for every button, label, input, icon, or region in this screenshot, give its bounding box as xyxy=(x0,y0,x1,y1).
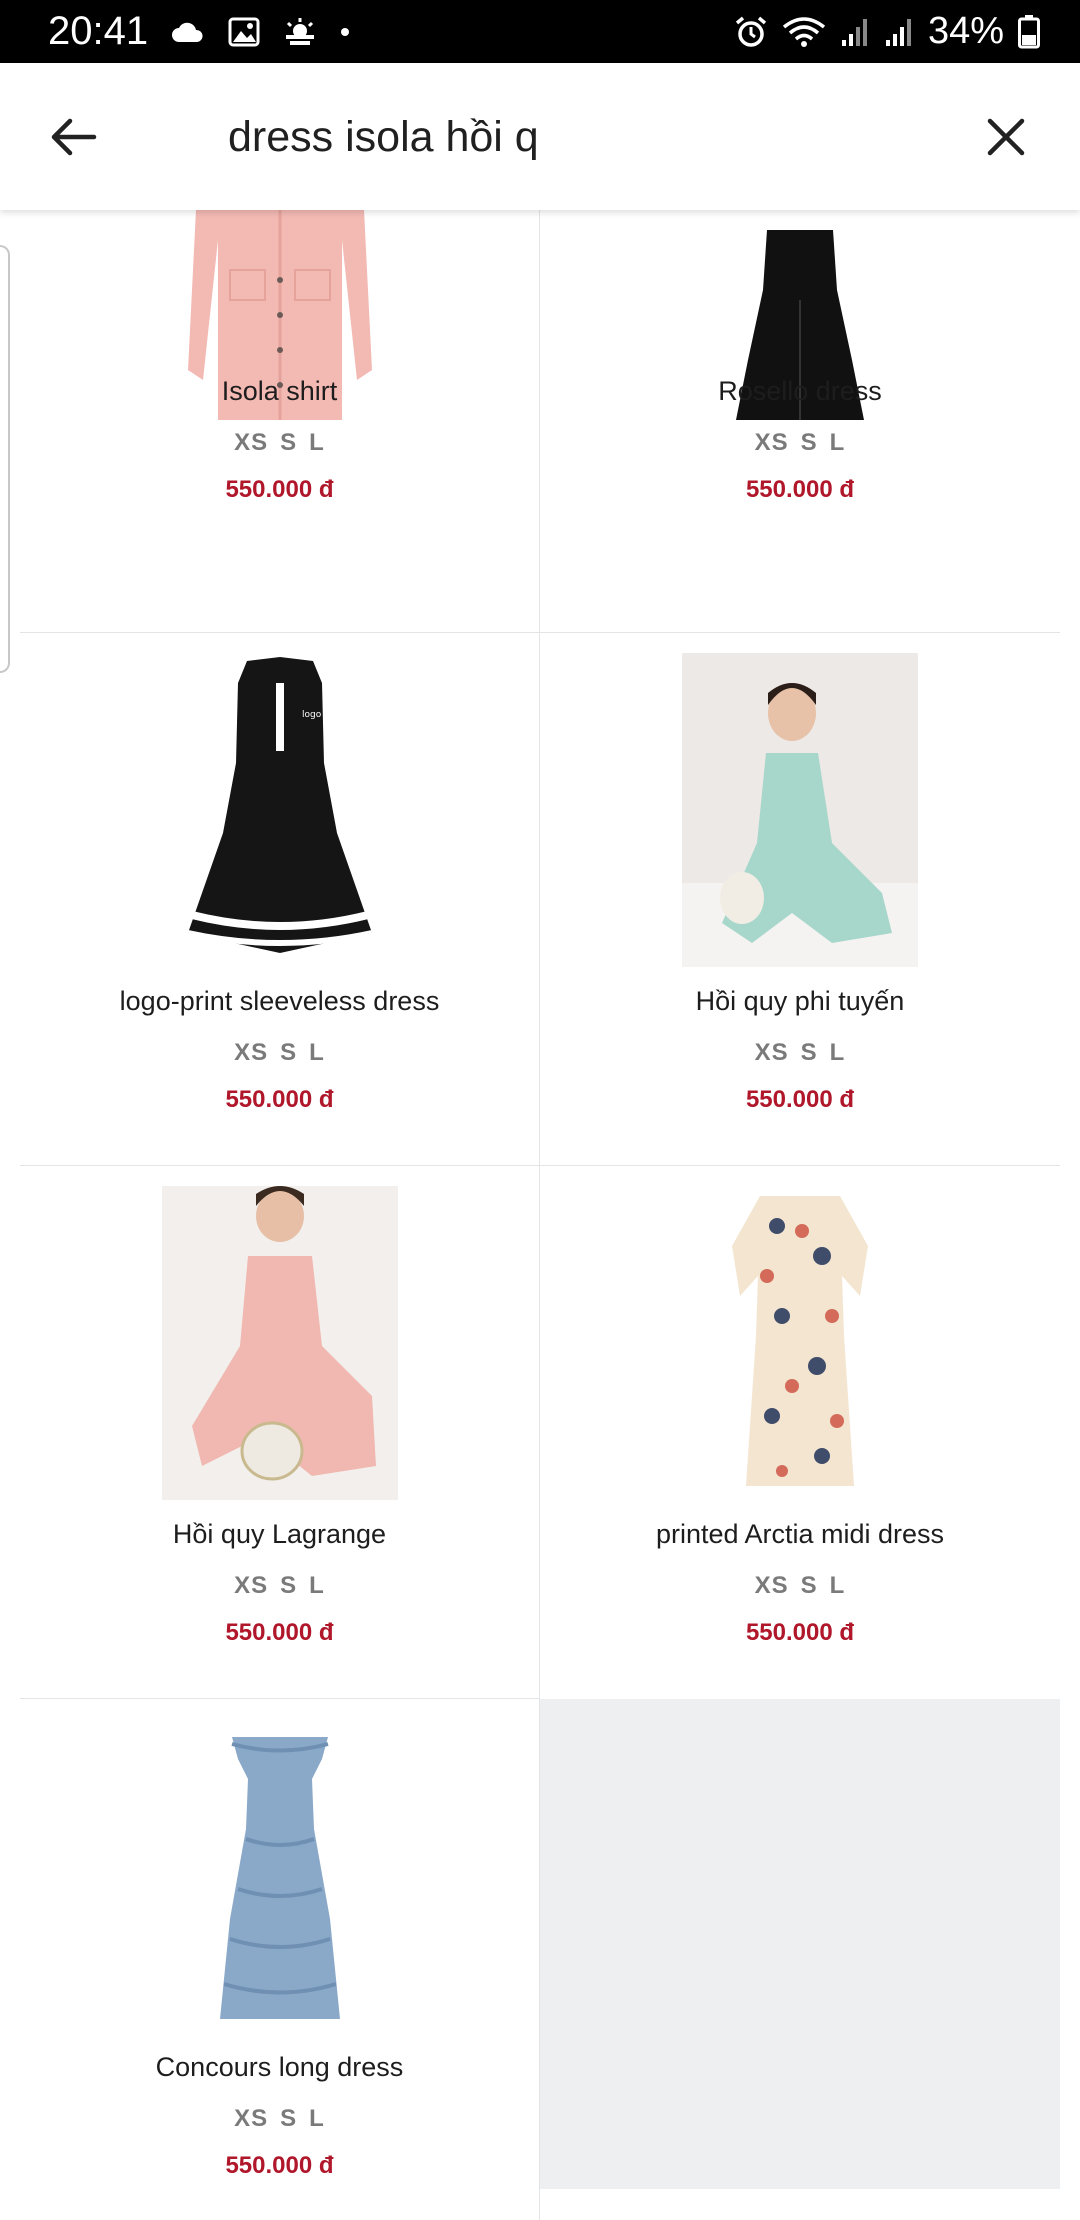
product-price: 550.000 đ xyxy=(225,1619,334,1646)
product-card[interactable]: Rosello dress XS S L 550.000 đ xyxy=(540,210,1060,633)
image-icon xyxy=(228,17,260,47)
signal-icon xyxy=(884,16,914,48)
battery-percent: 34% xyxy=(927,10,1004,52)
wifi-icon xyxy=(782,15,826,49)
signal-icon xyxy=(840,16,870,48)
weather-icon xyxy=(282,17,318,47)
product-sizes: XS S L xyxy=(234,1039,325,1066)
product-sizes: XS S L xyxy=(234,429,325,456)
search-header xyxy=(0,63,1080,210)
product-price: 550.000 đ xyxy=(225,1086,334,1113)
status-time: 20:41 xyxy=(48,9,149,53)
product-sizes: XS S L xyxy=(234,1572,325,1599)
product-card[interactable]: Hồi quy phi tuyến XS S L 550.000 đ xyxy=(540,633,1060,1166)
product-card[interactable]: logo logo-print sleeveless dress XS S L 55… xyxy=(20,633,540,1166)
product-card[interactable]: Concours long dress XS S L 550.000 đ xyxy=(20,1699,540,2220)
product-image xyxy=(682,653,918,967)
product-card[interactable]: Isola shirt XS S L 550.000 đ xyxy=(20,210,540,633)
product-sizes: XS S L xyxy=(754,1572,846,1599)
product-grid: Isola shirt XS S L 550.000 đ Rosello dress… xyxy=(20,210,1060,2220)
product-price: 550.000 đ xyxy=(225,2152,334,2179)
clear-search-button[interactable] xyxy=(972,103,1040,171)
product-price: 550.000 đ xyxy=(745,1086,855,1113)
product-image: logo xyxy=(161,653,398,967)
product-name: Isola shirt xyxy=(221,376,338,406)
product-price: 550.000 đ xyxy=(225,476,334,503)
product-price: 550.000 đ xyxy=(745,1619,855,1646)
close-icon xyxy=(987,118,1025,156)
product-sizes: XS S L xyxy=(234,2105,325,2132)
product-card[interactable]: Hồi quy Lagrange XS S L 550.000 đ xyxy=(20,1166,540,1699)
cloud-icon xyxy=(170,20,206,44)
status-bar: 20:41 34% xyxy=(0,0,1080,63)
product-name: Concours long dress xyxy=(155,2052,404,2082)
product-sizes: XS S L xyxy=(754,429,846,456)
product-image xyxy=(682,1186,918,1500)
product-image xyxy=(161,1186,398,1500)
product-card[interactable]: printed Arctia midi dress XS S L 550.000 đ xyxy=(540,1166,1060,1699)
svg-text:logo: logo xyxy=(302,710,322,720)
product-sizes: XS S L xyxy=(754,1039,846,1066)
product-name: logo-print sleeveless dress xyxy=(119,986,440,1016)
arrow-left-icon xyxy=(51,118,97,156)
product-name: Hồi quy phi tuyến xyxy=(695,986,905,1016)
product-name: Hồi quy Lagrange xyxy=(172,1519,387,1549)
product-price: 550.000 đ xyxy=(745,476,855,503)
product-image xyxy=(161,1719,398,2033)
edge-panel-handle[interactable] xyxy=(0,245,10,673)
alarm-icon xyxy=(734,15,768,49)
search-input[interactable] xyxy=(228,101,928,173)
dot-icon xyxy=(340,27,350,37)
battery-icon xyxy=(1018,14,1040,49)
product-name: Rosello dress xyxy=(718,376,882,406)
product-name: printed Arctia midi dress xyxy=(655,1519,945,1549)
empty-grid-cell xyxy=(540,1699,1060,2189)
back-button[interactable] xyxy=(40,103,108,171)
